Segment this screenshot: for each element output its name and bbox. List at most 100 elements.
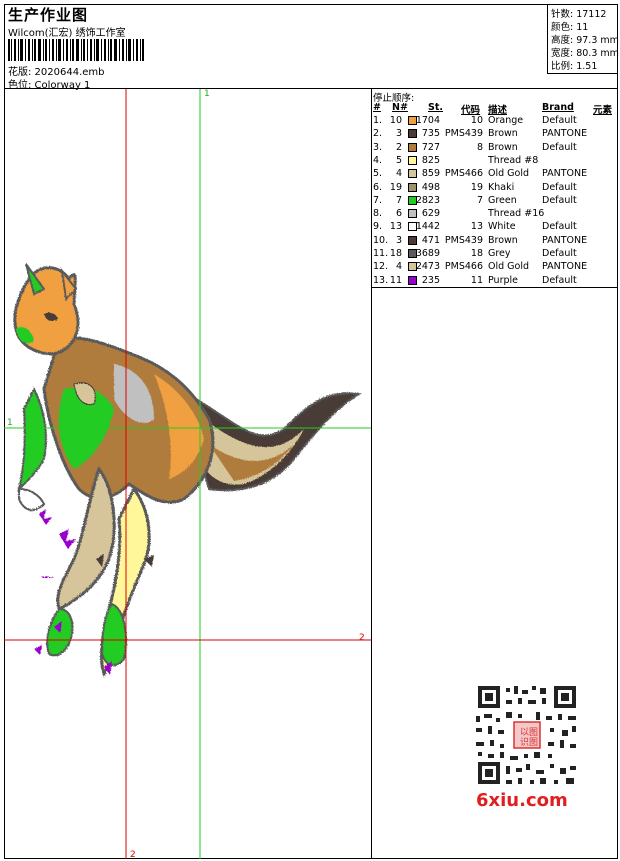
row-needle: 3 (395, 234, 402, 246)
row-stitches: 629 (421, 208, 440, 220)
row-brand: Default (542, 181, 577, 193)
header: 生产作业图 Wilcom(汇宏) 绣饰工作室 花版: 2020644.emb 色… (4, 4, 619, 91)
row-index: 10. (373, 234, 389, 246)
row-desc: Brown (488, 141, 518, 153)
guide-label-green-left: 1 (7, 418, 13, 428)
stop-row: 5. 4 859 PMS466 Old Gold PANTONE (373, 168, 617, 181)
row-brand: Default (542, 221, 577, 233)
row-index: 5. (373, 168, 383, 180)
row-desc: Old Gold (488, 168, 530, 180)
col-needle: N# (392, 102, 408, 113)
row-brand: PANTONE (542, 128, 588, 140)
col-brand: Brand (542, 102, 574, 113)
stop-row: 4. 5 825 Thread #8 (373, 155, 617, 168)
col-element: 元素 (593, 105, 613, 116)
row-stitches: 3689 (415, 248, 440, 259)
stats-box: 针数: 17112 颜色: 11 高度: 97.3 mm 宽度: 80.3 mm… (547, 4, 619, 74)
row-desc: Orange (488, 115, 524, 126)
stop-row: 11. 18 3689 18 Grey Default (373, 248, 617, 261)
color-swatch (408, 275, 417, 285)
row-needle: 18 (389, 248, 402, 259)
row-stitches: 1704 (415, 115, 440, 126)
guide-label-red-right: 2 (359, 633, 365, 643)
row-needle: 13 (389, 221, 402, 233)
row-needle: 19 (389, 181, 402, 193)
stop-row: 3. 2 727 8 Brown Default (373, 142, 617, 155)
company-name: Wilcom(汇宏) 绣饰工作室 (8, 28, 126, 39)
row-needle: 4 (395, 168, 402, 180)
row-code: 18 (470, 248, 483, 259)
row-stitches: 727 (421, 141, 440, 153)
row-needle: 5 (395, 154, 402, 166)
panel-divider (371, 89, 372, 859)
color-swatch (408, 262, 417, 272)
row-needle: 6 (395, 208, 402, 220)
stop-row: 9. 13 1442 13 White Default (373, 221, 617, 234)
row-index: 9. (373, 221, 383, 233)
row-stitches: 825 (421, 154, 440, 166)
row-brand: Default (542, 274, 577, 286)
color-swatch (408, 169, 417, 179)
embroidery-preview: 1 1 2 2 (4, 89, 371, 859)
color-swatch (408, 235, 417, 245)
stop-row: 12. 4 2473 PMS466 Old Gold PANTONE (373, 261, 617, 274)
row-brand: PANTONE (542, 261, 588, 273)
row-index: 3. (373, 141, 383, 153)
row-index: 12. (373, 261, 389, 273)
col-index: # (373, 102, 381, 113)
row-needle: 4 (395, 261, 402, 273)
row-index: 4. (373, 154, 383, 166)
row-needle: 7 (395, 194, 402, 206)
row-code: 13 (470, 221, 483, 233)
stop-row: 6. 19 498 19 Khaki Default (373, 182, 617, 195)
color-swatch (408, 129, 417, 139)
row-code: 10 (470, 115, 483, 126)
stop-row: 1. 10 1704 10 Orange Default (373, 115, 617, 128)
color-swatch (408, 155, 417, 165)
row-desc: Old Gold (488, 261, 530, 273)
row-index: 1. (373, 115, 383, 126)
stop-row: 13. 11 235 11 Purple Default (373, 275, 617, 288)
stop-row: 10. 3 471 PMS439 Brown PANTONE (373, 235, 617, 248)
row-stitches: 1442 (415, 221, 440, 233)
row-index: 2. (373, 128, 383, 140)
row-code: 11 (470, 274, 483, 286)
barcode (8, 39, 144, 61)
col-code: 代码 (461, 105, 481, 116)
row-brand: PANTONE (542, 234, 588, 246)
guide-label-red-bottom: 2 (130, 850, 136, 859)
row-desc: Brown (488, 128, 518, 140)
svg-text:以图: 以图 (520, 727, 538, 738)
row-brand: Default (542, 248, 577, 259)
color-swatch (408, 142, 417, 152)
color-swatch (408, 182, 417, 192)
row-stitches: 735 (421, 128, 440, 140)
row-stitches: 235 (421, 274, 440, 286)
stat-height: 高度: 97.3 mm (551, 35, 619, 46)
row-stitches: 859 (421, 168, 440, 180)
color-swatch (408, 209, 417, 219)
row-index: 13. (373, 274, 389, 286)
row-index: 7. (373, 194, 383, 206)
stat-width: 宽度: 80.3 mm (551, 48, 619, 59)
row-desc: Brown (488, 234, 518, 246)
row-code: PMS439 (444, 128, 483, 140)
row-brand: Default (542, 115, 577, 126)
stat-scale: 比例: 1.51 (551, 61, 598, 72)
row-desc: White (488, 221, 516, 233)
row-code: PMS466 (444, 261, 483, 273)
svg-text:识图: 识图 (520, 737, 538, 748)
watermark-site: 6xiu.com (476, 790, 568, 811)
row-needle: 3 (395, 128, 402, 140)
row-index: 11. (373, 248, 389, 259)
row-desc: Purple (488, 274, 519, 286)
row-code: PMS439 (444, 234, 483, 246)
color-swatch (408, 222, 417, 232)
row-stitches: 471 (421, 234, 440, 246)
row-needle: 2 (395, 141, 402, 153)
stat-colors: 颜色: 11 (551, 22, 589, 33)
stop-row: 2. 3 735 PMS439 Brown PANTONE (373, 128, 617, 141)
row-desc: Thread #8 (488, 154, 539, 166)
color-swatch (408, 116, 417, 125)
color-swatch (408, 195, 417, 205)
